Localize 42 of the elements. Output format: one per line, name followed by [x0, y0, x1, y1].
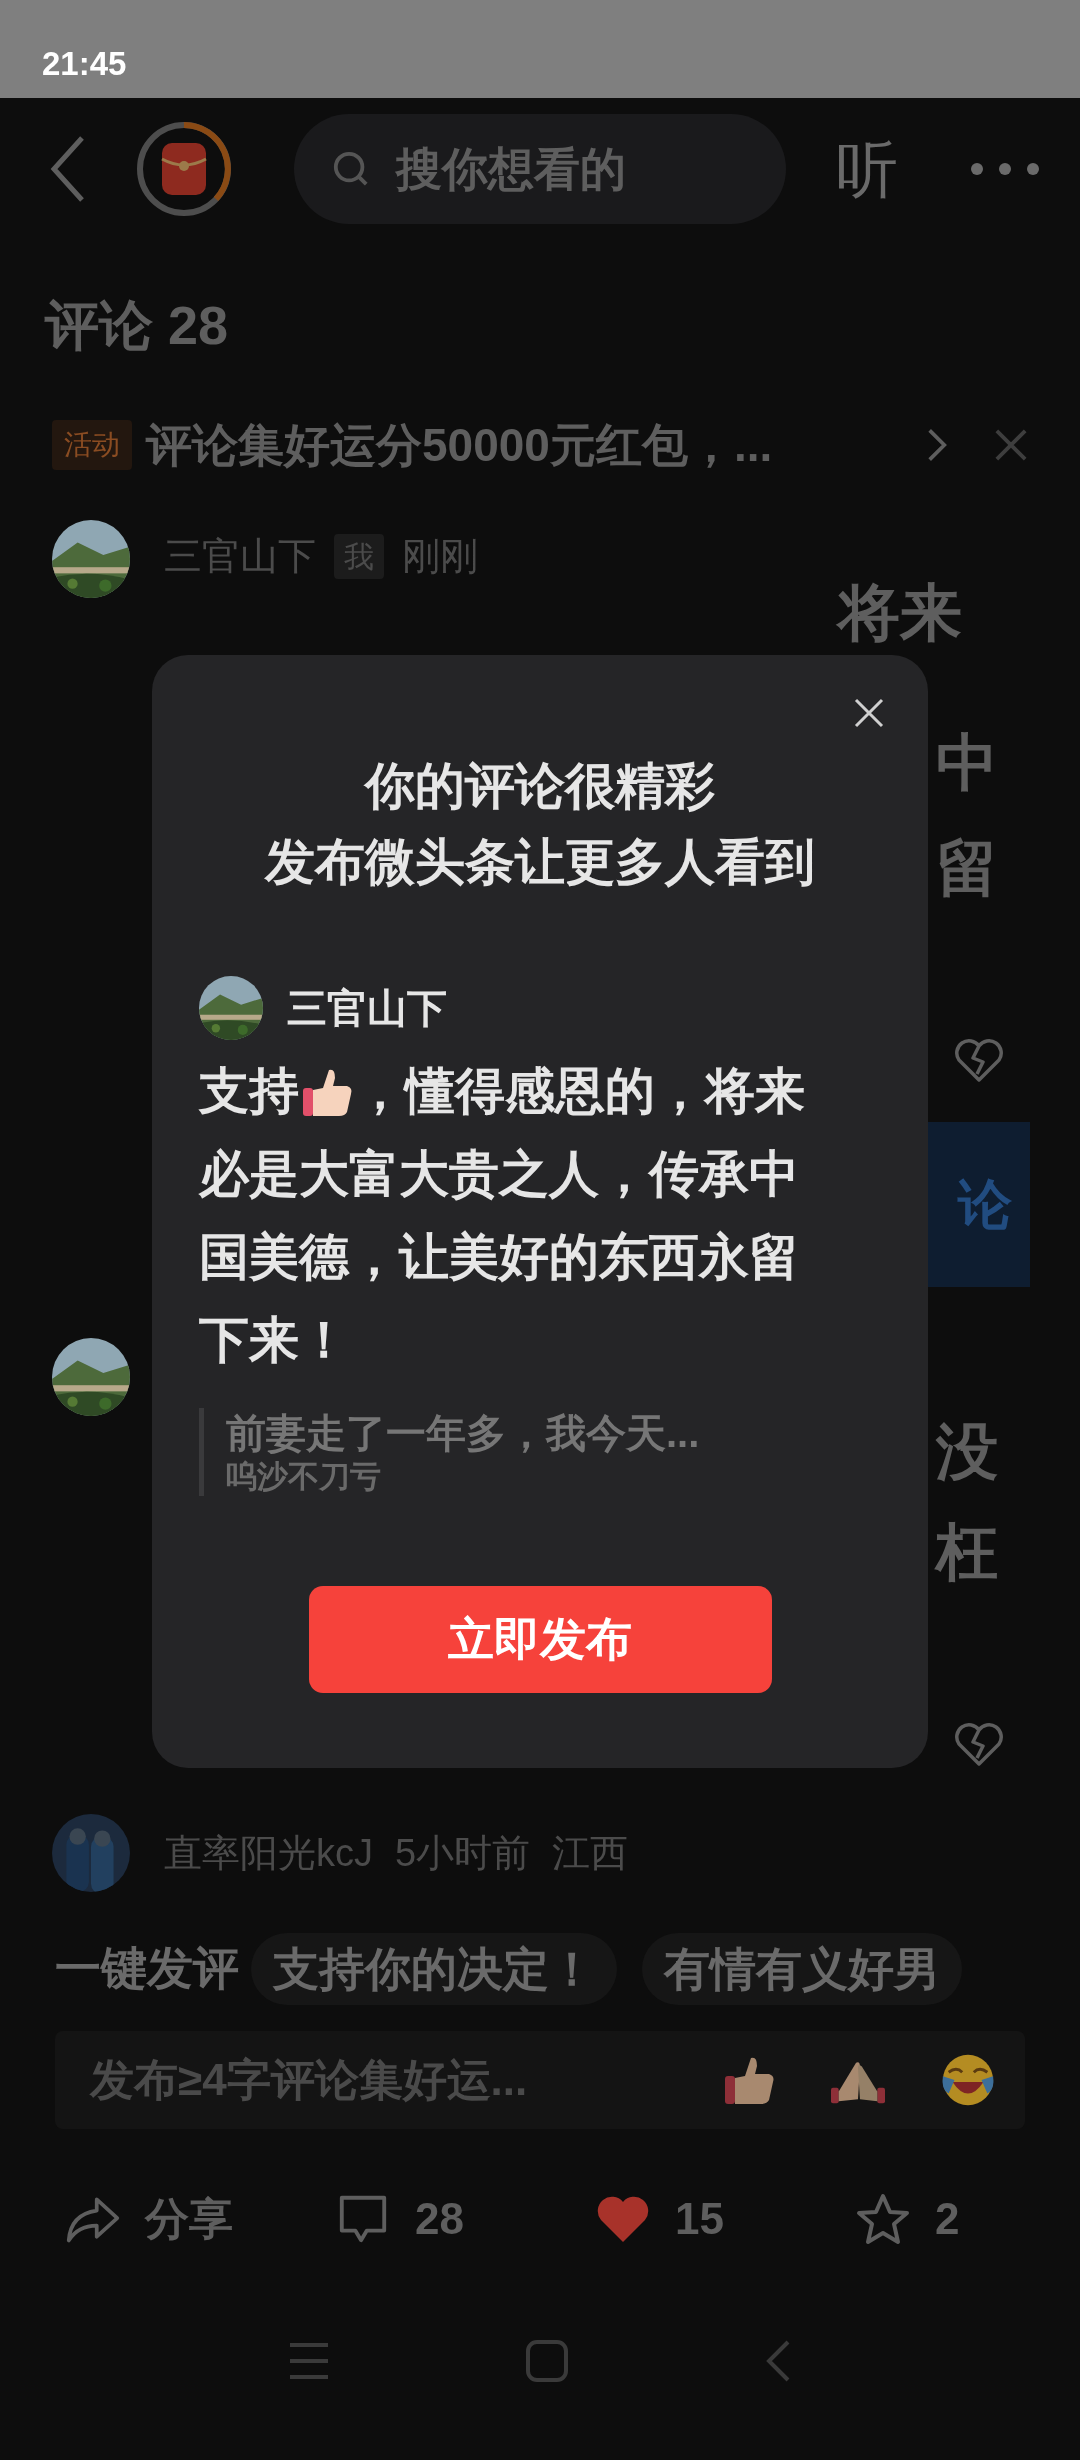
comments-title: 评论 28: [45, 294, 229, 357]
comment-location: 江西: [552, 1830, 629, 1876]
comment-time: 刚刚: [402, 534, 478, 579]
comment-text: 支持: [199, 1062, 299, 1121]
menu-icon[interactable]: [288, 2341, 330, 2381]
publish-button[interactable]: 立即发布: [308, 1586, 772, 1693]
dislike-icon[interactable]: [955, 1722, 1003, 1766]
search-placeholder: 搜你想看的: [396, 141, 626, 197]
comment-text: 中: [936, 728, 998, 798]
listen-button[interactable]: 听: [836, 122, 898, 216]
search-icon: [332, 150, 370, 188]
comment-text: 没: [936, 1417, 998, 1487]
count-label[interactable]: 2: [935, 2186, 960, 2252]
reply-chip[interactable]: 支持你的决定！: [251, 1932, 617, 2005]
comment-text: ，懂得感恩的，将来: [355, 1062, 805, 1121]
quick-reply-label: 一键发评: [55, 1941, 239, 1996]
back-icon[interactable]: [764, 2339, 792, 2383]
count-label[interactable]: 28: [415, 2186, 464, 2252]
more-icon[interactable]: [970, 162, 1040, 176]
reply-chip[interactable]: 有情有义好男: [642, 1932, 962, 2005]
share-button[interactable]: 分享: [145, 2186, 233, 2252]
envelope-icon[interactable]: [136, 121, 232, 217]
comment-text: 将来: [838, 578, 962, 648]
search-field[interactable]: 搜你想看的: [294, 114, 786, 224]
quoted-author: 呜沙不刀亏: [226, 1458, 381, 1496]
username: 三官山下: [287, 985, 447, 1032]
comment-time: 5小时前: [395, 1830, 531, 1876]
home-icon[interactable]: [525, 2339, 569, 2383]
dialog-title: 你的评论很精彩: [365, 757, 715, 816]
activity-text[interactable]: 评论集好运分50000元红包，...: [146, 410, 773, 480]
status-time: 21:45: [42, 43, 127, 84]
star-icon[interactable]: [855, 2192, 911, 2246]
dialog-title: 发布微头条让更多人看到: [265, 833, 815, 892]
comment-text: 枉: [936, 1517, 998, 1587]
username[interactable]: 直率阳光kcJ: [164, 1824, 373, 1882]
comment-text: 留: [936, 833, 998, 903]
username[interactable]: 三官山下: [164, 528, 316, 585]
activity-tag: 活动: [52, 420, 132, 470]
quoted-text: 前妻走了一年多，我今天...: [226, 1410, 700, 1457]
comment-text: 必是大富大贵之人，传承中国美德，让美好的东西永留下来！: [199, 1145, 800, 1370]
count-label[interactable]: 15: [675, 2186, 724, 2252]
dislike-icon[interactable]: [955, 1038, 1003, 1082]
